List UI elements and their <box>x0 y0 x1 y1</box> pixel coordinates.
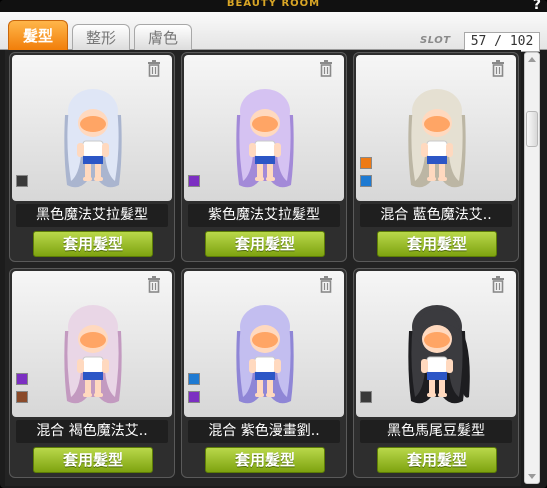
hair-preview <box>12 271 172 417</box>
hair-grid: 黑色魔法艾拉髮型 套用髮型 紫色魔法艾拉髮型 套用髮型 混合 藍色魔法艾.. 套用髮型 混合… <box>5 50 521 486</box>
color-swatch <box>16 175 28 187</box>
apply-hair-button[interactable]: 套用髮型 <box>33 447 153 473</box>
character-preview <box>64 89 122 188</box>
trash-icon[interactable] <box>490 59 506 77</box>
trash-icon[interactable] <box>318 275 334 293</box>
scroll-down-icon[interactable] <box>527 471 537 481</box>
hair-name: 混合 褐色魔法艾.. <box>16 420 168 443</box>
hair-preview <box>184 271 344 417</box>
apply-hair-button[interactable]: 套用髮型 <box>33 231 153 257</box>
trash-icon[interactable] <box>318 59 334 77</box>
character-preview <box>236 305 294 404</box>
scrollbar[interactable] <box>524 52 540 484</box>
hair-name: 混合 藍色魔法艾.. <box>360 204 512 227</box>
hair-name: 混合 紫色漫畫劉.. <box>188 420 340 443</box>
tab-hair[interactable]: 髮型 <box>8 20 68 52</box>
character-preview <box>408 89 466 188</box>
color-swatch <box>188 373 200 385</box>
color-swatch <box>360 157 372 169</box>
hair-name: 紫色魔法艾拉髮型 <box>188 204 340 227</box>
color-swatch <box>188 391 200 403</box>
hair-card[interactable]: 混合 藍色魔法艾.. 套用髮型 <box>353 52 519 262</box>
tab-face[interactable]: 整形 <box>72 24 130 50</box>
trash-icon[interactable] <box>146 59 162 77</box>
apply-hair-button[interactable]: 套用髮型 <box>205 447 325 473</box>
tab-bar: 髮型 整形 膚色 SLOT 57 / 102 <box>0 12 547 52</box>
apply-hair-button[interactable]: 套用髮型 <box>377 231 497 257</box>
character-preview <box>64 305 122 404</box>
scroll-thumb[interactable] <box>526 111 538 147</box>
hair-card[interactable]: 紫色魔法艾拉髮型 套用髮型 <box>181 52 347 262</box>
hair-name: 黑色馬尾豆髮型 <box>360 420 512 443</box>
hair-card[interactable]: 黑色魔法艾拉髮型 套用髮型 <box>9 52 175 262</box>
color-swatch <box>16 373 28 385</box>
color-swatch <box>360 391 372 403</box>
color-swatch <box>360 175 372 187</box>
hair-name: 黑色魔法艾拉髮型 <box>16 204 168 227</box>
slot-count: 57 / 102 <box>464 32 540 52</box>
slot-label: SLOT <box>420 35 451 46</box>
color-swatch <box>188 175 200 187</box>
character-preview <box>236 89 294 188</box>
hair-preview <box>356 271 516 417</box>
apply-hair-button[interactable]: 套用髮型 <box>205 231 325 257</box>
window-title: BEAUTY ROOM <box>226 0 321 9</box>
tab-skin[interactable]: 膚色 <box>134 24 192 50</box>
title-bar: BEAUTY ROOM ? <box>0 0 547 13</box>
trash-icon[interactable] <box>146 275 162 293</box>
color-swatch <box>16 391 28 403</box>
character-preview <box>408 305 470 404</box>
hair-card[interactable]: 混合 褐色魔法艾.. 套用髮型 <box>9 268 175 478</box>
hair-card[interactable]: 混合 紫色漫畫劉.. 套用髮型 <box>181 268 347 478</box>
hair-preview <box>356 55 516 201</box>
apply-hair-button[interactable]: 套用髮型 <box>377 447 497 473</box>
hair-preview <box>184 55 344 201</box>
beauty-room-window: BEAUTY ROOM ? 髮型 整形 膚色 SLOT 57 / 102 黑色魔… <box>0 0 547 488</box>
hair-preview <box>12 55 172 201</box>
trash-icon[interactable] <box>490 275 506 293</box>
hair-card[interactable]: 黑色馬尾豆髮型 套用髮型 <box>353 268 519 478</box>
scroll-up-icon[interactable] <box>527 55 537 65</box>
